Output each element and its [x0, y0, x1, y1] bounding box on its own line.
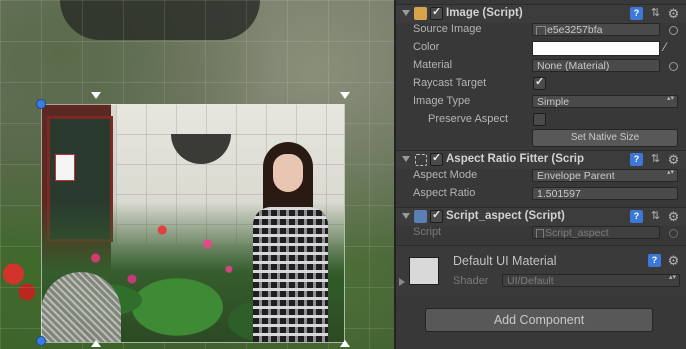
- aspect-ratio-field[interactable]: 1.501597: [532, 187, 678, 200]
- script-icon: [414, 210, 427, 223]
- sprite-icon: [536, 26, 546, 35]
- object-picker-icon: [669, 229, 678, 238]
- material-preview-thumbnail: [409, 257, 439, 285]
- image-component-header[interactable]: Image (Script) ? ⇅ ⚙: [396, 4, 686, 23]
- aspect-ratio-fitter-title: Aspect Ratio Fitter (Scrip: [446, 153, 585, 165]
- gear-icon[interactable]: ⚙: [667, 254, 680, 267]
- preserve-aspect-label: Preserve Aspect: [428, 113, 509, 125]
- image-component-icon: [414, 7, 427, 20]
- rect-handle-bottom-left[interactable]: [36, 336, 46, 346]
- add-component-button[interactable]: Add Component: [425, 308, 653, 332]
- script-label: Script: [413, 226, 442, 238]
- script-field: Script_aspect: [532, 226, 660, 239]
- aspect-ratio-fitter-icon: [415, 154, 427, 166]
- eyedropper-icon[interactable]: ⁄: [664, 40, 676, 54]
- color-swatch[interactable]: [532, 41, 660, 56]
- aspect-ratio-fitter-header[interactable]: Aspect Ratio Fitter (Scrip ? ⇅ ⚙: [396, 150, 686, 169]
- help-icon[interactable]: ?: [630, 7, 643, 20]
- fold-arrow-icon[interactable]: [402, 10, 410, 16]
- preset-icon[interactable]: ⇅: [649, 153, 662, 166]
- raycast-target-checkbox[interactable]: [533, 75, 546, 90]
- help-icon[interactable]: ?: [630, 153, 643, 166]
- script-aspect-title: Script_aspect (Script): [446, 210, 565, 222]
- image-enabled-checkbox[interactable]: [430, 5, 443, 20]
- rect-transform-outline: [41, 104, 345, 343]
- script-aspect-enabled-checkbox[interactable]: [430, 208, 443, 223]
- aspect-mode-label: Aspect Mode: [413, 169, 478, 181]
- fold-arrow-icon[interactable]: [402, 213, 410, 219]
- preset-icon[interactable]: ⇅: [649, 210, 662, 223]
- anchor-bottom-right-icon[interactable]: [340, 340, 350, 347]
- image-type-label: Image Type: [413, 95, 471, 107]
- script-file-icon: [536, 229, 544, 238]
- material-label: Material: [413, 59, 453, 71]
- shader-dropdown: UI/Default: [502, 274, 680, 287]
- aspect-mode-dropdown[interactable]: Envelope Parent: [532, 169, 678, 182]
- scene-view[interactable]: [0, 0, 394, 349]
- source-image-field[interactable]: e5e3257bfa: [532, 23, 660, 36]
- fold-arrow-icon[interactable]: [402, 156, 410, 162]
- gear-icon[interactable]: ⚙: [667, 7, 680, 20]
- script-aspect-header[interactable]: Script_aspect (Script) ? ⇅ ⚙: [396, 207, 686, 226]
- gear-icon[interactable]: ⚙: [667, 153, 680, 166]
- preserve-aspect-checkbox[interactable]: [533, 113, 546, 126]
- set-native-size-button[interactable]: Set Native Size: [532, 129, 678, 147]
- expand-arrow-icon[interactable]: [399, 278, 405, 286]
- help-icon[interactable]: ?: [648, 254, 661, 267]
- aspect-ratio-fitter-enabled-checkbox[interactable]: [430, 151, 443, 166]
- gear-icon[interactable]: ⚙: [667, 210, 680, 223]
- anchor-top-right-icon[interactable]: [340, 92, 350, 99]
- preset-icon[interactable]: ⇅: [649, 7, 662, 20]
- help-icon[interactable]: ?: [630, 210, 643, 223]
- image-component-title: Image (Script): [446, 7, 523, 19]
- raycast-target-label: Raycast Target: [413, 77, 487, 89]
- source-image-label: Source Image: [413, 23, 482, 35]
- rect-handle-top-left[interactable]: [36, 99, 46, 109]
- material-title: Default UI Material: [453, 254, 557, 268]
- aspect-ratio-label: Aspect Ratio: [413, 187, 476, 199]
- image-type-dropdown[interactable]: Simple: [532, 95, 678, 108]
- material-field[interactable]: None (Material): [532, 59, 660, 72]
- shader-label: Shader: [453, 275, 489, 287]
- object-picker-icon[interactable]: [669, 62, 678, 71]
- inspector-panel: Image (Script) ? ⇅ ⚙ Source Image e5e325…: [394, 0, 686, 349]
- color-label: Color: [413, 41, 440, 53]
- material-section: [396, 245, 686, 297]
- object-picker-icon[interactable]: [669, 26, 678, 35]
- anchor-bottom-left-icon[interactable]: [91, 340, 101, 347]
- anchor-top-left-icon[interactable]: [91, 92, 101, 99]
